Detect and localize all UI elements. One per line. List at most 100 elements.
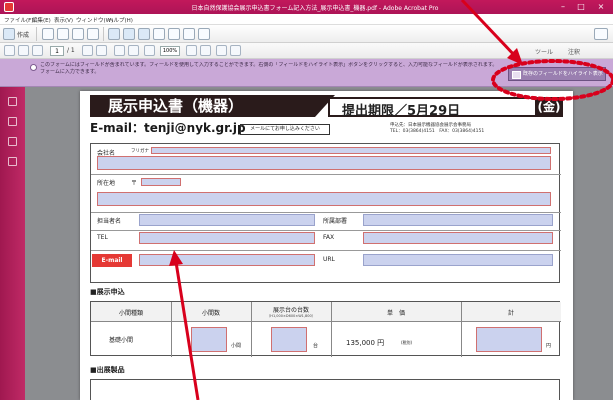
col-stand-size: （H1,000×D600×W1,800） bbox=[266, 314, 316, 318]
unit-yen: 円 bbox=[546, 343, 552, 349]
zoom-dropdown-icon[interactable] bbox=[144, 45, 155, 56]
notification-text: このフォームにはフィールドが含まれています。フィールドを使用して入力することがで… bbox=[40, 62, 500, 76]
attachments-icon[interactable] bbox=[8, 137, 17, 146]
next-page-icon[interactable] bbox=[18, 45, 29, 56]
document-area: 展示申込書（機器） 提出期限／5月29日 (金) E-mail：tenji@ny… bbox=[25, 87, 613, 400]
main-toolbar: 作成 bbox=[0, 25, 613, 43]
settings-icon[interactable] bbox=[108, 28, 120, 40]
zoom-out-icon[interactable] bbox=[114, 45, 125, 56]
form-notification-bar: このフォームにはフィールドが含まれています。フィールドを使用して入力することがで… bbox=[0, 59, 613, 87]
address-input[interactable] bbox=[97, 192, 551, 206]
bookmarks-icon[interactable] bbox=[8, 117, 17, 126]
row-divider bbox=[91, 212, 561, 213]
col-booth-count: 小間数 bbox=[201, 310, 220, 317]
col-divider bbox=[171, 302, 172, 357]
url-input[interactable] bbox=[363, 254, 553, 266]
comment-pane-button[interactable]: 注釈 bbox=[568, 47, 580, 56]
total-amount-input[interactable] bbox=[476, 327, 542, 352]
page-nav-icon[interactable] bbox=[32, 45, 43, 56]
page-number-input[interactable]: 1 bbox=[50, 46, 64, 56]
toolbar-separator bbox=[36, 27, 37, 41]
applicant-form: 会社名 フリガナ 所在地 〒 担当者名 所属部署 TEL FAX E-mail … bbox=[90, 143, 561, 283]
unit-stand: 台 bbox=[313, 343, 319, 349]
typewriter-icon[interactable] bbox=[198, 28, 210, 40]
title-bar: 日本自然保護協会展示申込書フォーム記入方法_展示申込書_機器.pdf - Ado… bbox=[0, 0, 613, 14]
deadline-day: (金) bbox=[535, 97, 563, 117]
share-icon[interactable] bbox=[138, 28, 150, 40]
menu-edit[interactable]: 編集(E) bbox=[32, 16, 51, 24]
col-stand-count: 展示台の台数 bbox=[272, 307, 309, 314]
email-icon[interactable] bbox=[87, 28, 99, 40]
address-label: 所在地 bbox=[97, 180, 116, 187]
close-button[interactable]: × bbox=[593, 1, 609, 13]
fax-input[interactable] bbox=[363, 232, 553, 244]
comment-icon[interactable] bbox=[123, 28, 135, 40]
form-icon[interactable] bbox=[183, 28, 195, 40]
menu-view[interactable]: 表示(V) bbox=[54, 16, 73, 24]
contact-info: 申込先：日本展示機器協会展示会事務局 TEL：03(3864)4151 FAX：… bbox=[390, 123, 540, 134]
department-input[interactable] bbox=[363, 214, 553, 226]
sign-icon[interactable] bbox=[168, 28, 180, 40]
menu-file[interactable]: ファイル(F) bbox=[4, 16, 33, 24]
deadline-text: 提出期限／5月29日 bbox=[342, 104, 461, 119]
zoom-level-input[interactable]: 100% bbox=[160, 46, 180, 56]
previous-page-icon[interactable] bbox=[4, 45, 15, 56]
create-label[interactable]: 作成 bbox=[17, 30, 29, 39]
menu-help[interactable]: ヘルプ(H) bbox=[108, 16, 133, 24]
acrobat-app-icon[interactable] bbox=[4, 2, 14, 12]
stamp-icon[interactable] bbox=[153, 28, 165, 40]
maximize-button[interactable]: □ bbox=[573, 1, 589, 13]
tel-input[interactable] bbox=[139, 232, 315, 244]
notification-text-line1: このフォームにはフィールドが含まれています。フィールドを使用して入力することがで… bbox=[40, 62, 498, 68]
stand-count-input[interactable] bbox=[271, 327, 307, 352]
exhibit-section-heading: ■展示申込 bbox=[90, 288, 125, 296]
signatures-icon[interactable] bbox=[8, 157, 17, 166]
booth-count-input[interactable] bbox=[191, 327, 227, 352]
create-icon[interactable] bbox=[3, 28, 15, 40]
company-name-input[interactable] bbox=[97, 156, 551, 170]
rotate-icon[interactable] bbox=[230, 45, 241, 56]
hand-tool-icon[interactable] bbox=[96, 45, 107, 56]
fit-width-icon[interactable] bbox=[200, 45, 211, 56]
print-icon[interactable] bbox=[72, 28, 84, 40]
pdf-page: 展示申込書（機器） 提出期限／5月29日 (金) E-mail：tenji@ny… bbox=[80, 91, 573, 400]
notification-text-line2: フォームに入力できます。 bbox=[40, 69, 100, 75]
highlight-fields-button[interactable]: 既存のフィールドをハイライト表示 bbox=[508, 67, 606, 81]
open-icon[interactable] bbox=[42, 28, 54, 40]
exhibit-table: 小間種類 小間数 展示台の台数 （H1,000×D600×W1,800） 単 価… bbox=[90, 301, 561, 357]
col-divider bbox=[251, 302, 252, 357]
contact-line2: TEL：03(3864)4151 FAX：03(3864)4151 bbox=[390, 128, 485, 134]
dept-label: 所属部署 bbox=[323, 218, 348, 225]
email-submit-button[interactable]: メールにてお申し込みください bbox=[240, 124, 330, 135]
unit-price-value: 135,000 円 bbox=[346, 339, 385, 347]
expand-icon[interactable] bbox=[594, 28, 608, 40]
col-divider bbox=[461, 302, 462, 357]
person-name-input[interactable] bbox=[139, 214, 315, 226]
save-icon[interactable] bbox=[57, 28, 69, 40]
url-label: URL bbox=[323, 256, 335, 263]
toolbar-separator bbox=[103, 27, 104, 41]
acrobat-window: 日本自然保護協会展示申込書フォーム記入方法_展示申込書_機器.pdf - Ado… bbox=[0, 0, 613, 400]
tax-note: (税別) bbox=[401, 340, 413, 345]
menu-bar: ファイル(F) 編集(E) 表示(V) ウィンドウ(W) ヘルプ(H) bbox=[0, 14, 613, 25]
zoom-in-icon[interactable] bbox=[128, 45, 139, 56]
read-mode-icon[interactable] bbox=[216, 45, 227, 56]
company-furigana-input[interactable] bbox=[151, 147, 551, 154]
postal-code-input[interactable] bbox=[141, 178, 181, 186]
page-thumbnails-icon[interactable] bbox=[8, 97, 17, 106]
products-section-heading: ■出展製品 bbox=[90, 366, 125, 374]
furigana-label: フリガナ bbox=[131, 149, 149, 154]
navigation-toolbar: 1 / 1 100% ツール 注釈 bbox=[0, 43, 613, 59]
row-divider bbox=[91, 230, 561, 231]
fit-page-icon[interactable] bbox=[186, 45, 197, 56]
tools-pane-button[interactable]: ツール bbox=[535, 47, 553, 56]
info-icon bbox=[30, 64, 37, 71]
email-input[interactable] bbox=[139, 254, 315, 266]
fax-label: FAX bbox=[323, 234, 335, 241]
row-divider bbox=[91, 174, 561, 175]
col-booth-type: 小間種類 bbox=[118, 310, 143, 317]
minimize-button[interactable]: – bbox=[555, 1, 571, 13]
select-tool-icon[interactable] bbox=[82, 45, 93, 56]
postal-mark: 〒 bbox=[131, 180, 138, 187]
window-title: 日本自然保護協会展示申込書フォーム記入方法_展示申込書_機器.pdf - Ado… bbox=[191, 5, 439, 12]
